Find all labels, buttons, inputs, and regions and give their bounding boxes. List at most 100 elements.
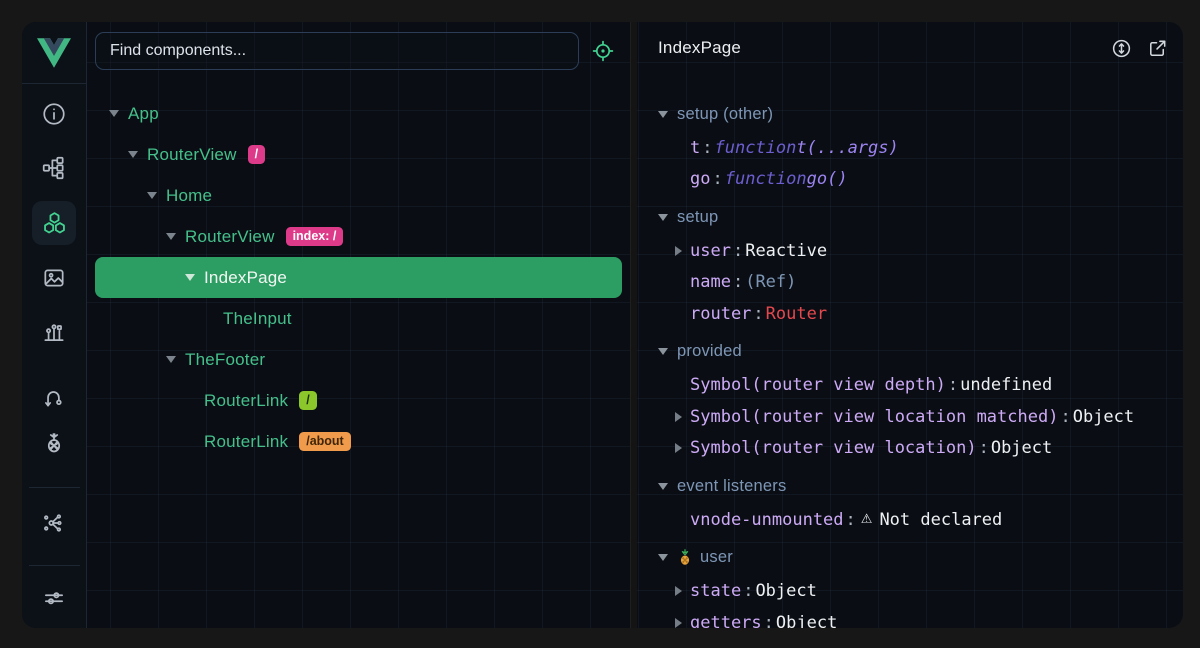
select-component-button[interactable]: [587, 35, 619, 67]
component-name: TheInput: [223, 309, 292, 329]
route-badge: /: [248, 145, 265, 164]
colon-separator: :: [844, 510, 858, 530]
sidebar-item-timeline[interactable]: [32, 310, 76, 354]
state-value: Object: [991, 438, 1052, 458]
state-value: Object: [1073, 407, 1134, 427]
colon-separator: :: [731, 241, 745, 261]
state-key: router: [690, 304, 751, 324]
state-row-t[interactable]: t : function t(...args): [637, 132, 1156, 164]
settings-sliders-icon: [41, 585, 67, 611]
rail-divider: [29, 487, 80, 488]
state-key: go: [690, 169, 710, 189]
inspector-state-tree: setup (other)t : function t(...args)go :…: [637, 96, 1156, 628]
colon-separator: :: [1058, 407, 1072, 427]
tree-row-routerview[interactable]: RouterViewindex: /: [95, 216, 622, 257]
state-row-router[interactable]: router : Router: [637, 298, 1156, 330]
scroll-to-component-button[interactable]: [1109, 36, 1133, 60]
open-in-editor-button[interactable]: [1145, 36, 1169, 60]
tree-row-routerlink[interactable]: RouterLink/: [95, 380, 622, 421]
graph-icon: [41, 510, 67, 536]
sidebar-item-pages[interactable]: [32, 146, 76, 190]
expand-toggle[interactable]: [164, 233, 178, 240]
sidebar-item-settings[interactable]: [32, 576, 76, 620]
tree-row-home[interactable]: Home: [95, 175, 622, 216]
tree-row-routerview[interactable]: RouterView /: [95, 134, 622, 175]
state-row-name[interactable]: name : (Ref): [637, 267, 1156, 299]
state-value: go(): [807, 169, 848, 189]
section-header-event-listeners[interactable]: event listeners: [637, 468, 1156, 504]
sidebar-item-assets[interactable]: [32, 256, 76, 300]
open-in-editor-icon: [1146, 37, 1169, 60]
expand-toggle[interactable]: [164, 356, 178, 363]
state-key: getters: [690, 613, 762, 628]
chevron-right-icon: [675, 586, 682, 596]
panel-resize-handle[interactable]: [630, 22, 637, 628]
expand-toggle[interactable]: [675, 246, 690, 256]
sidebar-item-graph[interactable]: [32, 501, 76, 545]
chevron-right-icon: [675, 246, 682, 256]
vue-logo-icon: [37, 38, 71, 68]
colon-separator: :: [762, 613, 776, 628]
state-row-symbol-router-view-location-matched-[interactable]: Symbol(router view location matched) : O…: [637, 401, 1156, 433]
expand-toggle[interactable]: [675, 586, 690, 596]
tree-row-app[interactable]: App: [95, 93, 622, 134]
expand-toggle[interactable]: [183, 274, 197, 281]
component-name: RouterView: [147, 145, 237, 165]
info-icon: [41, 101, 67, 127]
sidebar-item-components[interactable]: [32, 201, 76, 245]
inspector-panel: IndexPage setup (other)t : function t(..…: [637, 22, 1183, 628]
section-label: setup: [677, 208, 718, 227]
chevron-down-icon: [166, 356, 176, 363]
state-key: Symbol(router view depth): [690, 375, 946, 395]
sidebar-item-overview[interactable]: [32, 92, 76, 136]
state-value: Not declared: [879, 510, 1002, 530]
component-name: App: [128, 104, 159, 124]
chevron-right-icon: [675, 412, 682, 422]
state-row-state[interactable]: state : Object: [637, 576, 1156, 608]
chevron-right-icon: [675, 443, 682, 453]
chevron-down-icon: [109, 110, 119, 117]
state-row-getters[interactable]: getters : Object: [637, 607, 1156, 628]
pinia-store-icon: [677, 549, 693, 566]
state-value: function: [725, 169, 807, 189]
devtools-window: App RouterView / HomeRouterViewindex: /Inde…: [22, 22, 1183, 628]
section-header-setup[interactable]: setup: [637, 199, 1156, 235]
section-label: event listeners: [677, 477, 786, 496]
state-key: t: [690, 138, 700, 158]
chevron-right-icon: [675, 618, 682, 628]
section-header-setup-other-[interactable]: setup (other): [637, 96, 1156, 132]
state-key: Symbol(router view location matched): [690, 407, 1058, 427]
section-header-provided[interactable]: provided: [637, 334, 1156, 370]
chevron-down-icon: [658, 554, 668, 561]
expand-toggle[interactable]: [675, 412, 690, 422]
tree-row-indexpage[interactable]: IndexPage: [95, 257, 622, 298]
route-badge: /about: [299, 432, 351, 451]
component-name: RouterView: [185, 227, 275, 247]
state-row-user[interactable]: user : Reactive: [637, 235, 1156, 267]
sidebar-item-pinia[interactable]: [32, 421, 76, 465]
expand-toggle[interactable]: [145, 192, 159, 199]
section-header-user[interactable]: user: [637, 540, 1156, 576]
expand-toggle[interactable]: [675, 618, 690, 628]
expand-toggle[interactable]: [107, 110, 121, 117]
router-icon: [41, 385, 67, 411]
tree-row-routerlink[interactable]: RouterLink/about: [95, 421, 622, 462]
tree-row-theinput[interactable]: TheInput: [95, 298, 622, 339]
state-row-symbol-router-view-depth-[interactable]: Symbol(router view depth) : undefined: [637, 370, 1156, 402]
state-row-vnode-unmounted[interactable]: vnode-unmounted : ⚠Not declared: [637, 504, 1156, 536]
chevron-down-icon: [658, 214, 668, 221]
colon-separator: :: [977, 438, 991, 458]
sidebar-item-router[interactable]: [32, 376, 76, 420]
expand-toggle[interactable]: [126, 151, 140, 158]
state-key: vnode-unmounted: [690, 510, 844, 530]
state-value: Object: [776, 613, 837, 628]
search-input[interactable]: [95, 32, 579, 70]
expand-toggle[interactable]: [675, 443, 690, 453]
state-row-symbol-router-view-location-[interactable]: Symbol(router view location) : Object: [637, 433, 1156, 465]
tree-row-thefooter[interactable]: TheFooter: [95, 339, 622, 380]
component-tree-icon: [41, 155, 67, 181]
chevron-down-icon: [128, 151, 138, 158]
colon-separator: :: [700, 138, 714, 158]
state-row-go[interactable]: go : function go(): [637, 164, 1156, 196]
component-name: RouterLink: [204, 391, 288, 411]
